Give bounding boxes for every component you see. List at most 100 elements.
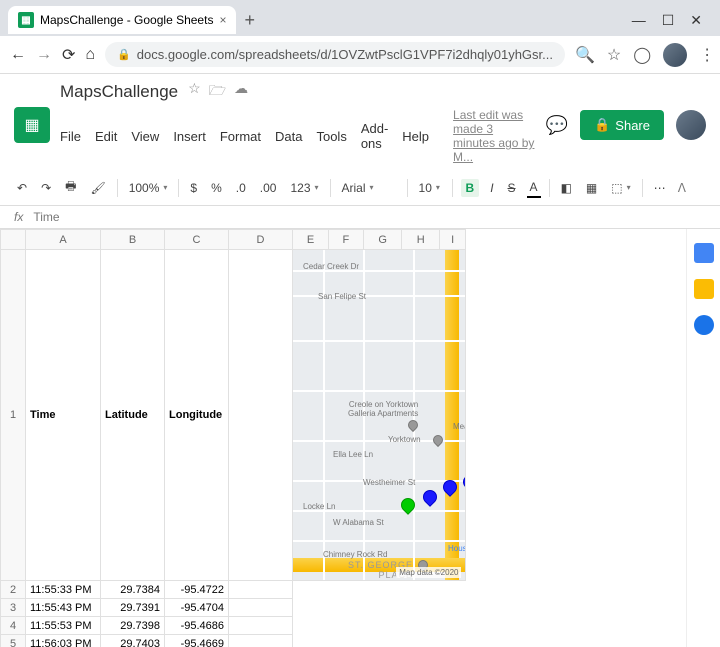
browser-tab[interactable]: ▦ MapsChallenge - Google Sheets ×: [8, 6, 236, 34]
map-poi-pin: [431, 433, 445, 447]
cell-C3[interactable]: -95.4704: [165, 599, 229, 617]
spreadsheet-grid[interactable]: ABCDEFGHI 1 Time Latitude Longitude Cedar…: [0, 229, 686, 647]
extension-icon[interactable]: ◯: [633, 45, 651, 65]
cell-D1[interactable]: [229, 250, 293, 581]
document-title[interactable]: MapsChallenge: [60, 82, 178, 102]
italic-button[interactable]: I: [487, 179, 496, 197]
search-icon[interactable]: 🔍: [575, 45, 595, 65]
menu-insert[interactable]: Insert: [173, 129, 206, 144]
last-edit-link[interactable]: Last edit was made 3 minutes ago by M...: [453, 108, 536, 164]
row-header-1[interactable]: 1: [1, 250, 26, 581]
col-header-B[interactable]: B: [101, 230, 165, 250]
sheets-logo-icon[interactable]: ▦: [14, 107, 50, 143]
merge-button[interactable]: ⬚: [608, 179, 633, 197]
increase-decimal-button[interactable]: .00: [257, 179, 280, 197]
row-header-2[interactable]: 2: [1, 581, 26, 599]
forward-button[interactable]: →: [36, 46, 52, 64]
redo-button[interactable]: ↷: [38, 179, 54, 197]
bookmark-icon[interactable]: ☆: [607, 45, 621, 65]
address-bar[interactable]: 🔒 docs.google.com/spreadsheets/d/1OVZwtP…: [105, 42, 565, 67]
cell-D4[interactable]: [229, 617, 293, 635]
menu-file[interactable]: File: [60, 129, 81, 144]
cell-A3[interactable]: 11:55:43 PM: [26, 599, 101, 617]
menu-help[interactable]: Help: [402, 129, 429, 144]
reload-button[interactable]: ⟳: [62, 45, 75, 65]
formula-input[interactable]: Time: [33, 210, 59, 224]
menu-data[interactable]: Data: [275, 129, 302, 144]
row-header-5[interactable]: 5: [1, 635, 26, 647]
cell-B5[interactable]: 29.7403: [101, 635, 165, 647]
cloud-icon[interactable]: ☁: [234, 80, 248, 104]
star-icon[interactable]: ☆: [188, 80, 201, 104]
col-header-H[interactable]: H: [402, 230, 439, 250]
cell-A1[interactable]: Time: [26, 250, 101, 581]
poi-label: NordstromHouston Galleria: [448, 535, 465, 553]
cell-D3[interactable]: [229, 599, 293, 617]
col-header-F[interactable]: F: [329, 230, 364, 250]
row-header-3[interactable]: 3: [1, 599, 26, 617]
menu-view[interactable]: View: [131, 129, 159, 144]
home-button[interactable]: ⌂: [85, 46, 95, 64]
street-label: Meadowlake Ln: [453, 422, 465, 431]
cell-B3[interactable]: 29.7391: [101, 599, 165, 617]
font-size-dropdown[interactable]: 10: [416, 179, 444, 197]
borders-button[interactable]: ▦: [583, 179, 600, 197]
bold-button[interactable]: B: [461, 179, 480, 197]
cell-D2[interactable]: [229, 581, 293, 599]
minimize-icon[interactable]: —: [632, 12, 646, 29]
currency-button[interactable]: $: [187, 179, 200, 197]
col-header-D[interactable]: D: [229, 230, 293, 250]
cell-C4[interactable]: -95.4686: [165, 617, 229, 635]
tab-close-icon[interactable]: ×: [219, 13, 226, 27]
col-header-C[interactable]: C: [165, 230, 229, 250]
col-header-I[interactable]: I: [439, 230, 466, 250]
col-header-A[interactable]: A: [26, 230, 101, 250]
menu-tools[interactable]: Tools: [316, 129, 346, 144]
fill-color-button[interactable]: ◧: [558, 179, 575, 197]
paint-format-button[interactable]: 🖌: [87, 179, 108, 197]
new-tab-button[interactable]: +: [244, 10, 255, 31]
zoom-dropdown[interactable]: 100%: [126, 179, 171, 197]
cell-A2[interactable]: 11:55:33 PM: [26, 581, 101, 599]
menu-edit[interactable]: Edit: [95, 129, 117, 144]
back-button[interactable]: ←: [10, 46, 26, 64]
collapse-toolbar-button[interactable]: ᐱ: [678, 181, 706, 195]
row-header-4[interactable]: 4: [1, 617, 26, 635]
decrease-decimal-button[interactable]: .0: [233, 179, 249, 197]
profile-avatar[interactable]: [663, 43, 687, 67]
more-toolbar-icon[interactable]: ⋯: [651, 179, 669, 197]
browser-menu-icon[interactable]: ⋮: [699, 45, 715, 65]
more-formats-button[interactable]: 123: [287, 179, 321, 197]
undo-button[interactable]: ↶: [14, 179, 30, 197]
percent-button[interactable]: %: [208, 179, 225, 197]
strike-button[interactable]: S: [505, 179, 519, 197]
comments-button[interactable]: 💬: [546, 115, 568, 136]
lock-icon: 🔒: [117, 48, 131, 61]
poi-label: Creole on YorktownGalleria Apartments: [348, 400, 418, 418]
cell-B1[interactable]: Latitude: [101, 250, 165, 581]
move-icon[interactable]: 🗁: [209, 80, 226, 104]
cell-A4[interactable]: 11:55:53 PM: [26, 617, 101, 635]
close-window-icon[interactable]: ✕: [690, 12, 702, 29]
cell-D5[interactable]: [229, 635, 293, 647]
col-header-E[interactable]: E: [293, 230, 329, 250]
cell-C1[interactable]: Longitude: [165, 250, 229, 581]
maximize-icon[interactable]: ☐: [662, 12, 675, 29]
share-button[interactable]: 🔒 Share: [580, 110, 664, 140]
col-header-G[interactable]: G: [363, 230, 402, 250]
keep-addon-icon[interactable]: [694, 279, 714, 299]
cell-B2[interactable]: 29.7384: [101, 581, 165, 599]
account-avatar[interactable]: [676, 110, 706, 140]
menu-add-ons[interactable]: Add-ons: [361, 121, 388, 151]
cell-C5[interactable]: -95.4669: [165, 635, 229, 647]
text-color-button[interactable]: A: [527, 178, 541, 198]
cell-C2[interactable]: -95.4722: [165, 581, 229, 599]
print-button[interactable]: 🖶: [62, 175, 79, 200]
font-dropdown[interactable]: Arial: [339, 179, 399, 197]
calendar-addon-icon[interactable]: [694, 243, 714, 263]
tasks-addon-icon[interactable]: [694, 315, 714, 335]
map-embed[interactable]: Cedar Creek DrSan Felipe StDel Monte DrM…: [293, 250, 466, 581]
cell-A5[interactable]: 11:56:03 PM: [26, 635, 101, 647]
menu-format[interactable]: Format: [220, 129, 261, 144]
cell-B4[interactable]: 29.7398: [101, 617, 165, 635]
